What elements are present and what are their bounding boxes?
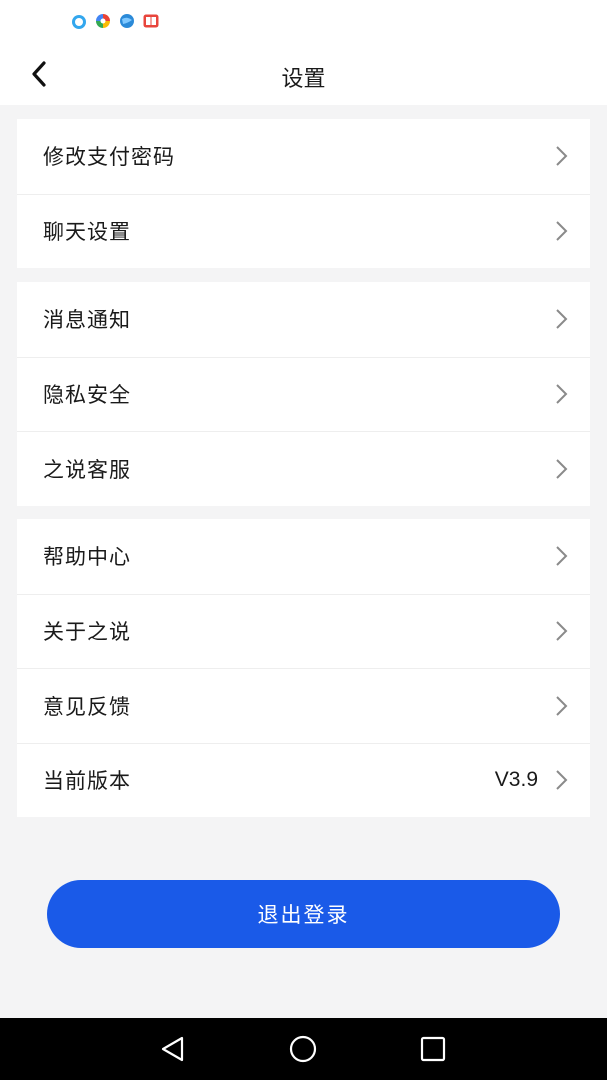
globe-app-icon xyxy=(120,14,134,28)
row-label: 当前版本 xyxy=(43,769,131,794)
book-app-icon xyxy=(143,14,159,28)
row-change-payment-password[interactable]: 修改支付密码 xyxy=(17,119,590,194)
row-label: 聊天设置 xyxy=(43,220,131,245)
page-title: 设置 xyxy=(281,67,326,92)
settings-group-account: 修改支付密码 聊天设置 xyxy=(17,119,590,268)
row-current-version[interactable]: 当前版本 V3.9 xyxy=(17,742,590,818)
row-label: 消息通知 xyxy=(43,308,131,333)
colorful-app-icon xyxy=(96,14,110,28)
row-message-notifications[interactable]: 消息通知 xyxy=(17,282,590,357)
row-privacy-security[interactable]: 隐私安全 xyxy=(17,356,590,432)
chevron-right-icon xyxy=(556,621,568,641)
settings-group-about: 帮助中心 关于之说 意见反馈 当前版本 V3.9 xyxy=(17,519,590,817)
header: 设置 xyxy=(0,44,607,105)
row-about[interactable]: 关于之说 xyxy=(17,593,590,669)
system-nav-bar xyxy=(0,1018,607,1080)
row-label: 帮助中心 xyxy=(43,545,131,570)
row-label: 关于之说 xyxy=(43,620,131,645)
cloud-app-icon xyxy=(72,15,86,29)
chevron-right-icon xyxy=(556,770,568,790)
row-feedback[interactable]: 意见反馈 xyxy=(17,668,590,743)
row-help-center[interactable]: 帮助中心 xyxy=(17,519,590,594)
chevron-right-icon xyxy=(556,146,568,166)
back-triangle-icon[interactable] xyxy=(158,1034,188,1064)
row-customer-service[interactable]: 之说客服 xyxy=(17,431,590,506)
row-label: 隐私安全 xyxy=(43,383,131,408)
chevron-right-icon xyxy=(556,221,568,241)
settings-group-privacy: 消息通知 隐私安全 之说客服 xyxy=(17,282,590,506)
row-label: 修改支付密码 xyxy=(43,145,175,170)
row-label: 意见反馈 xyxy=(43,694,131,719)
version-value: V3.9 xyxy=(494,768,538,792)
status-bar xyxy=(0,0,607,44)
chevron-right-icon xyxy=(556,459,568,479)
chevron-right-icon xyxy=(556,384,568,404)
chevron-right-icon xyxy=(556,309,568,329)
row-chat-settings[interactable]: 聊天设置 xyxy=(17,193,590,269)
row-label: 之说客服 xyxy=(43,457,131,482)
status-icons xyxy=(70,12,160,30)
recents-square-icon[interactable] xyxy=(418,1034,448,1064)
home-circle-icon[interactable] xyxy=(288,1034,318,1064)
chevron-right-icon xyxy=(556,696,568,716)
chevron-right-icon xyxy=(556,546,568,566)
logout-button[interactable]: 退出登录 xyxy=(47,880,560,948)
